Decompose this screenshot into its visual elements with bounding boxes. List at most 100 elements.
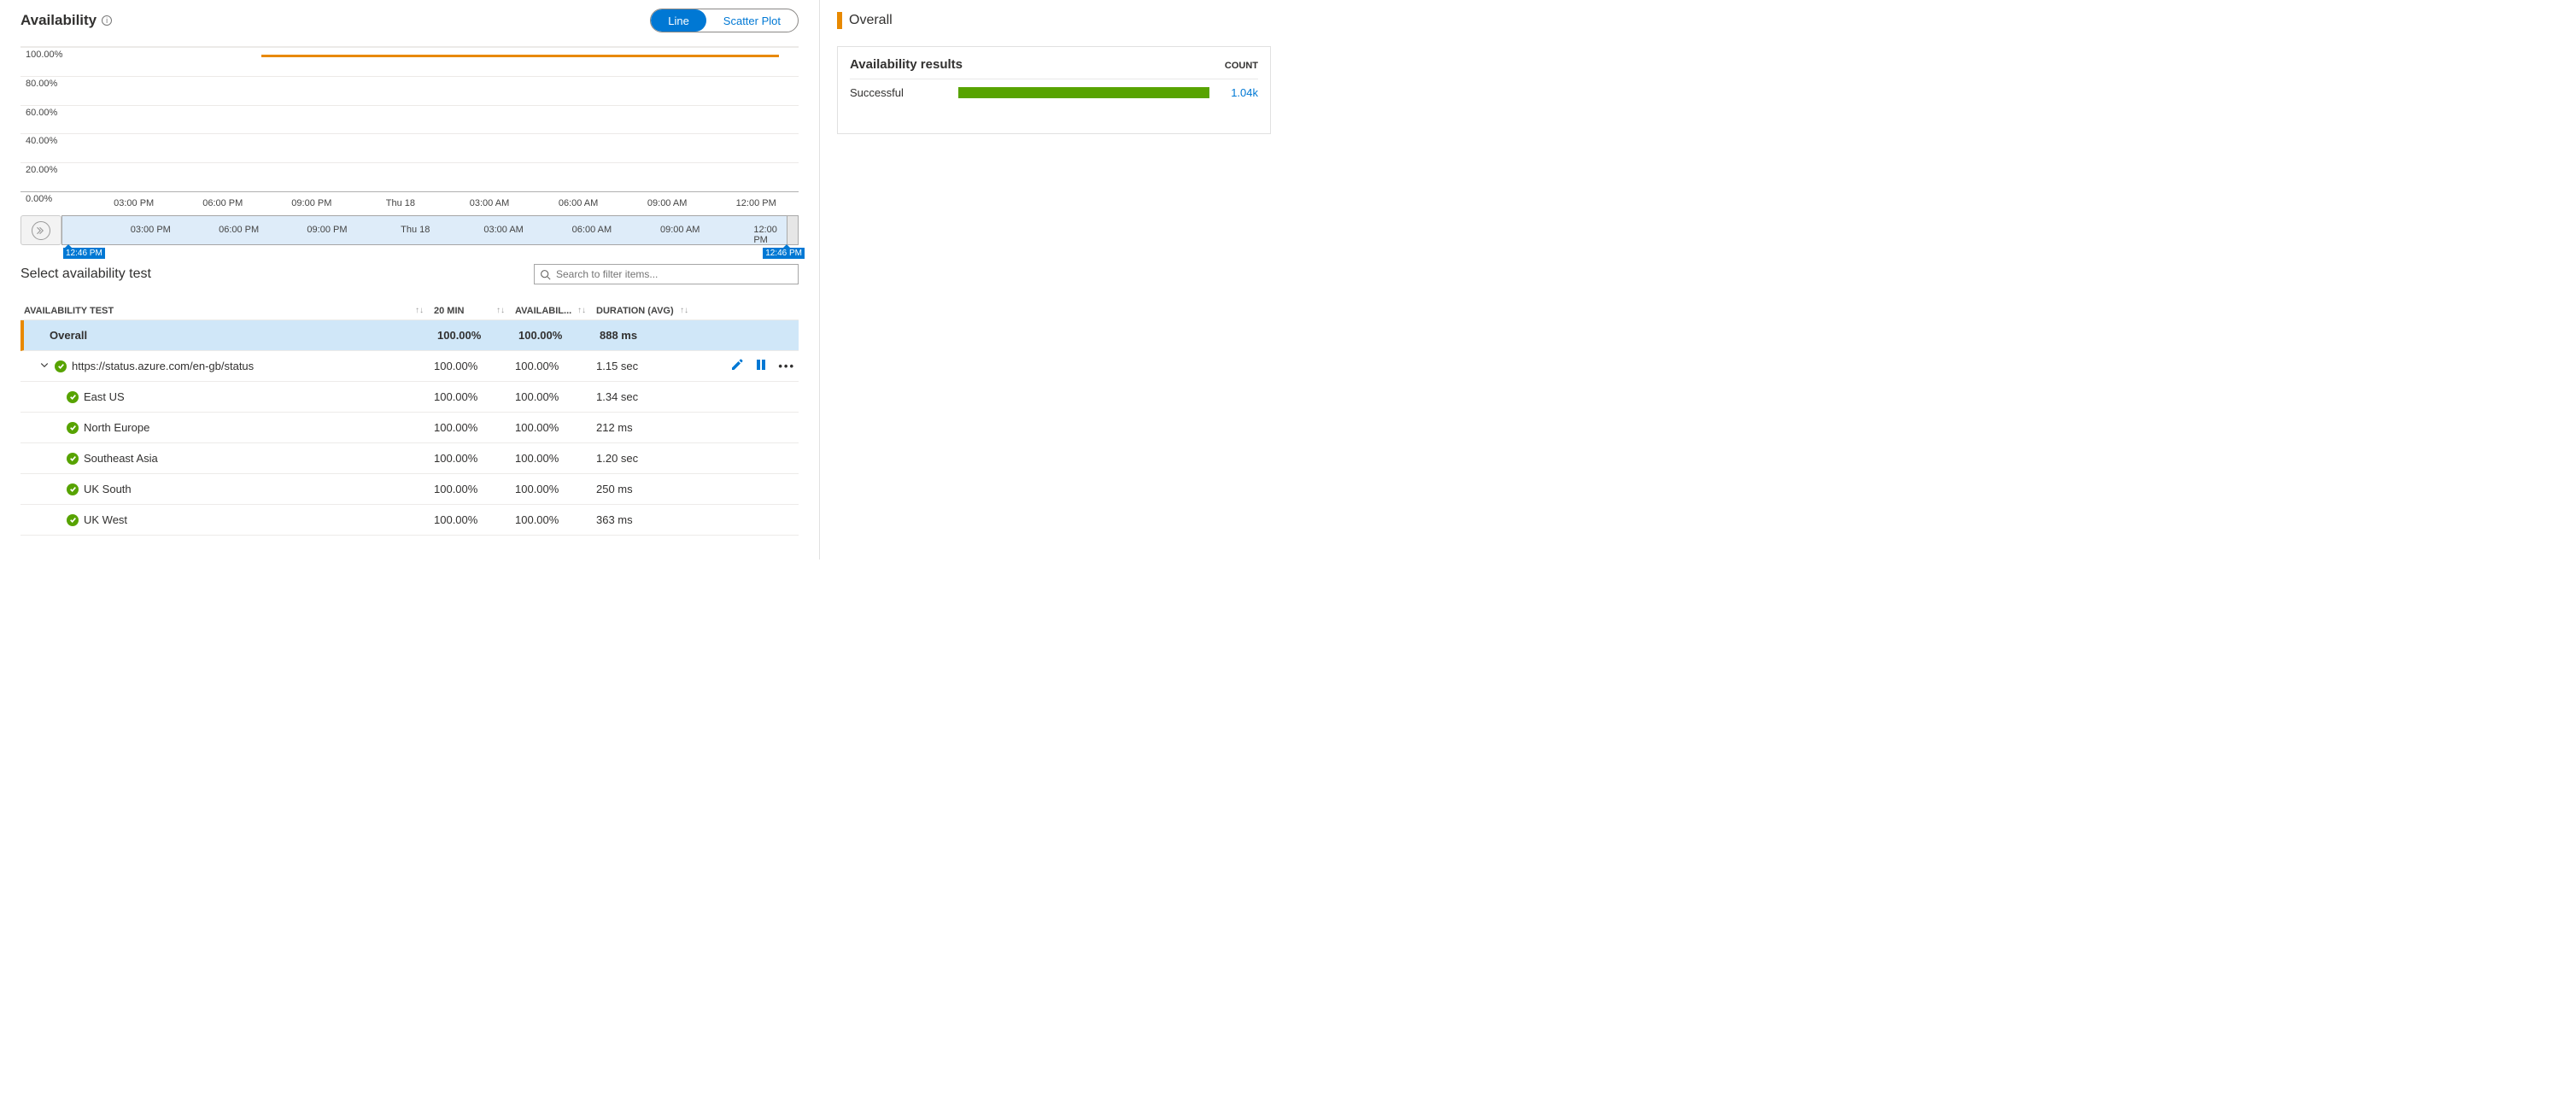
x-tick-label: 09:00 AM [647,198,687,208]
table-row[interactable]: UK South100.00%100.00%250 ms [20,474,799,505]
search-input[interactable] [556,268,793,280]
scrub-handle-right[interactable] [787,215,799,245]
tests-table-header: Availability Test ↑↓ 20 min ↑↓ Availabil..… [20,290,799,320]
scrub-start-label: 12:46 PM [63,248,105,259]
chart-series-line [261,55,779,57]
search-box[interactable] [534,264,799,284]
toggle-scatter[interactable]: Scatter Plot [706,9,798,32]
col-20min-label[interactable]: 20 min [434,306,464,316]
status-ok-icon [67,422,79,434]
time-range-bar[interactable]: 03:00 PM 06:00 PM 09:00 PM Thu 18 03:00 … [61,215,799,245]
cell-avail: 100.00% [515,452,596,465]
cell-20min: 100.00% [434,483,515,495]
result-row[interactable]: Successful 1.04k [850,86,1258,99]
x-tick-label: 03:00 PM [114,198,154,208]
x-tick-label: 09:00 PM [307,225,347,235]
results-count-header: COUNT [1225,61,1258,71]
availability-results-card: Availability results COUNT Successful 1.0… [837,46,1271,134]
x-tick-label: 06:00 PM [219,225,259,235]
col-duration-label[interactable]: Duration (avg) [596,306,674,316]
location-name: Southeast Asia [84,452,158,465]
table-row[interactable]: https://status.azure.com/en-gb/status 100… [20,351,799,382]
col-avail-label[interactable]: Availabil... [515,306,571,316]
results-card-title: Availability results [850,57,963,72]
chevron-down-icon[interactable] [39,360,50,372]
result-count: 1.04k [1220,86,1258,99]
toggle-line[interactable]: Line [651,9,706,32]
status-ok-icon [67,514,79,526]
availability-chart[interactable]: 100.00% 80.00% 60.00% 40.00% 20.00% 0.00… [20,46,799,217]
table-row[interactable]: UK West100.00%100.00%363 ms [20,505,799,536]
location-name: East US [84,390,125,403]
test-name: https://status.azure.com/en-gb/status [72,360,254,372]
status-ok-icon [67,391,79,403]
overall-duration: 888 ms [600,329,702,342]
cell-avail: 100.00% [515,513,596,526]
edit-icon[interactable] [730,358,744,374]
status-ok-icon [67,483,79,495]
pause-icon[interactable] [754,358,768,374]
overall-avail: 100.00% [518,329,600,342]
location-name: UK South [84,483,132,495]
status-ok-icon [67,453,79,465]
result-name: Successful [850,86,948,99]
table-row[interactable]: East US100.00%100.00%1.34 sec [20,382,799,413]
cell-avail: 100.00% [515,483,596,495]
y-tick-label: 20.00% [26,165,57,175]
availability-panel: Availability i Line Scatter Plot 100.00%… [0,0,820,560]
scrub-end-label: 12:46 PM [763,248,805,259]
x-tick-label: 03:00 AM [470,198,509,208]
y-tick-label: 60.00% [26,108,57,118]
sort-icon[interactable]: ↑↓ [496,306,505,315]
cell-avail: 100.00% [515,390,596,403]
col-name-label[interactable]: Availability Test [24,306,114,316]
panel-title: Availability i [20,12,112,29]
x-tick-label: 12:00 PM [736,198,776,208]
cell-duration: 1.20 sec [596,452,699,465]
chart-type-toggle: Line Scatter Plot [650,9,799,32]
cell-duration: 363 ms [596,513,699,526]
panel-title-text: Availability [20,12,97,29]
x-tick-label: 06:00 AM [559,198,598,208]
y-tick-label: 100.00% [26,50,62,60]
table-row[interactable]: Southeast Asia100.00%100.00%1.20 sec [20,443,799,474]
cell-duration: 1.15 sec [596,360,699,372]
cell-20min: 100.00% [434,513,515,526]
x-tick-label: Thu 18 [386,198,415,208]
cell-duration: 250 ms [596,483,699,495]
x-tick-label: 06:00 AM [572,225,612,235]
cell-20min: 100.00% [434,360,515,372]
search-icon [540,269,551,280]
cell-duration: 1.34 sec [596,390,699,403]
sort-icon[interactable]: ↑↓ [415,306,424,315]
time-range-nav[interactable]: 03:00 PM 06:00 PM 09:00 PM Thu 18 03:00 … [20,215,799,245]
y-tick-label: 80.00% [26,79,57,89]
table-row[interactable]: North Europe100.00%100.00%212 ms [20,413,799,443]
details-title: Overall [837,12,1271,29]
cell-avail: 100.00% [515,360,596,372]
cell-20min: 100.00% [434,421,515,434]
x-tick-label: Thu 18 [401,225,430,235]
y-tick-label: 40.00% [26,136,57,146]
details-panel: Overall Availability results COUNT Succe… [820,0,1288,560]
accent-bar [837,12,842,29]
chart-x-ticks: 03:00 PM 06:00 PM 09:00 PM Thu 18 03:00 … [26,198,799,214]
x-tick-label: 03:00 PM [131,225,171,235]
overall-20min: 100.00% [437,329,518,342]
status-ok-icon [55,360,67,372]
sort-icon[interactable]: ↑↓ [680,306,688,315]
row-overall[interactable]: Overall 100.00% 100.00% 888 ms [20,320,799,351]
more-icon[interactable]: ••• [778,360,795,372]
result-bar [958,87,1209,98]
cell-avail: 100.00% [515,421,596,434]
details-title-text: Overall [849,13,893,28]
x-tick-label: 03:00 AM [483,225,523,235]
expand-time-button[interactable] [20,215,61,245]
cell-duration: 212 ms [596,421,699,434]
tests-table-body: https://status.azure.com/en-gb/status 100… [20,351,799,536]
x-tick-label: 06:00 PM [202,198,243,208]
expand-icon [32,221,50,240]
info-icon[interactable]: i [102,15,112,26]
sort-icon[interactable]: ↑↓ [577,306,586,315]
panel-header: Availability i Line Scatter Plot [20,9,799,32]
